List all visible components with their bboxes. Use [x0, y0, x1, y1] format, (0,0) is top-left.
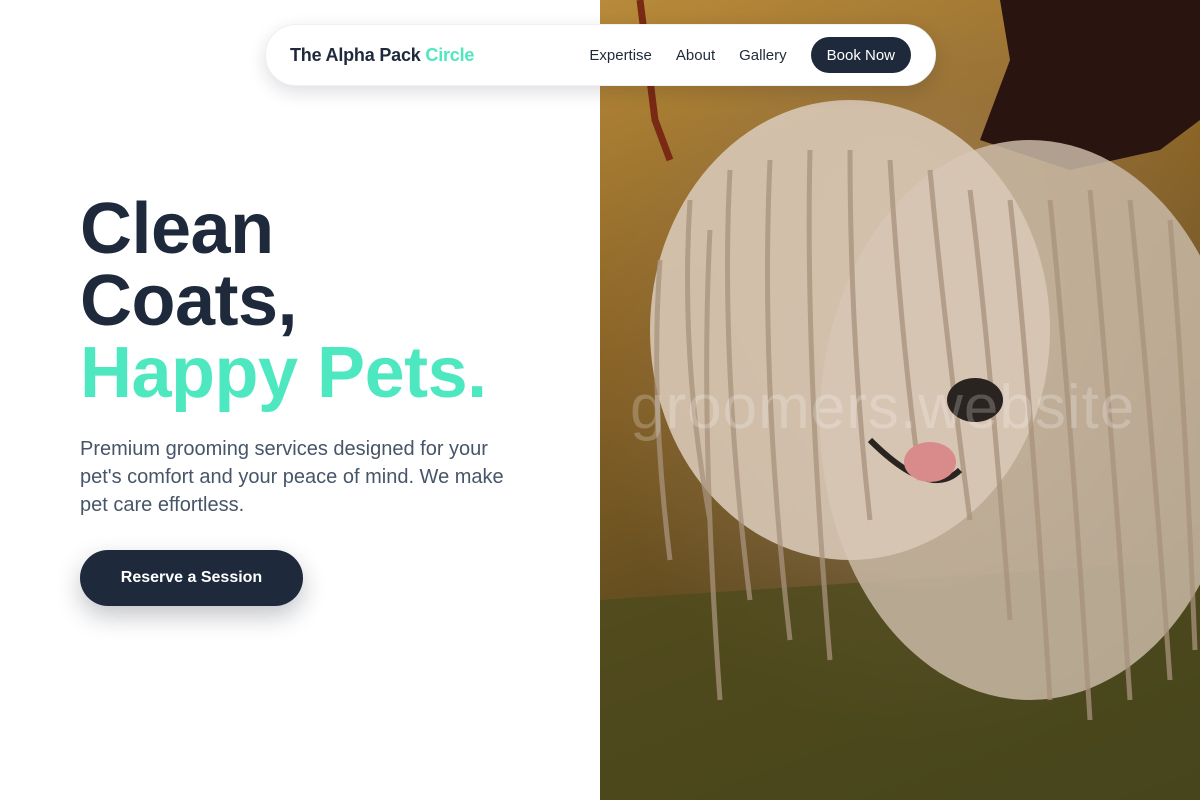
headline-line-3: Happy Pets.: [80, 333, 487, 413]
nav-links: Expertise About Gallery Book Now: [589, 37, 911, 73]
reserve-session-button[interactable]: Reserve a Session: [80, 550, 303, 606]
brand-name: The Alpha Pack: [290, 44, 421, 65]
nav-link-about[interactable]: About: [676, 47, 715, 64]
headline-line-1: Clean: [80, 189, 274, 269]
nav-link-gallery[interactable]: Gallery: [739, 47, 787, 64]
nav-link-expertise[interactable]: Expertise: [589, 47, 652, 64]
book-now-button[interactable]: Book Now: [810, 37, 911, 73]
brand-logo[interactable]: The Alpha Pack Circle: [290, 45, 474, 66]
hero-headline: Clean Coats, Happy Pets.: [80, 193, 487, 409]
watermark-text: groomers.website: [630, 373, 1136, 442]
headline-line-2: Coats,: [80, 261, 298, 341]
top-navbar: The Alpha Pack Circle Expertise About Ga…: [265, 24, 936, 86]
hero-description: Premium grooming services designed for y…: [80, 438, 504, 516]
brand-name-accent: Circle: [425, 44, 475, 65]
